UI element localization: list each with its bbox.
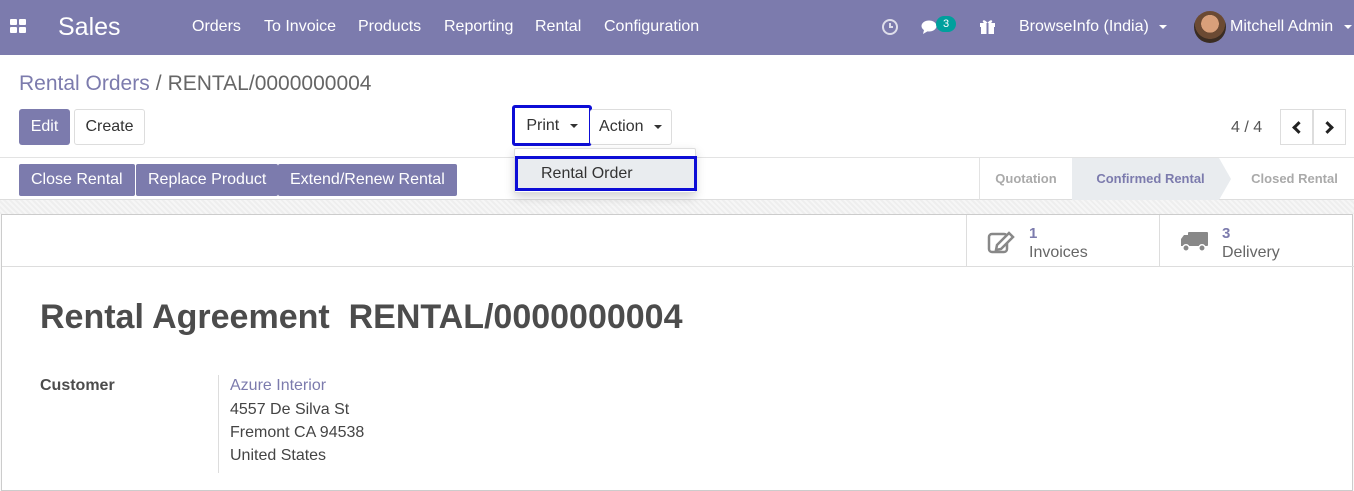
pager-value[interactable]: 4 / 4 xyxy=(1231,119,1262,137)
menu-to-invoice[interactable]: To Invoice xyxy=(264,18,336,36)
print-dropdown-button[interactable]: Print xyxy=(512,105,592,146)
breadcrumb-current: RENTAL/0000000004 xyxy=(167,72,372,95)
print-dropdown-menu: Rental Order xyxy=(514,148,697,193)
customer-label: Customer xyxy=(40,377,115,394)
app-brand[interactable]: Sales xyxy=(58,13,121,42)
invoices-smart-button[interactable]: 1 Invoices xyxy=(966,215,1159,267)
delivery-label: Delivery xyxy=(1222,244,1280,261)
chevron-right-icon xyxy=(1321,120,1334,134)
truck-icon xyxy=(1181,232,1208,252)
breadcrumb-parent-link[interactable]: Rental Orders xyxy=(19,72,150,95)
invoices-count: 1 xyxy=(1029,225,1038,242)
caret-down-icon xyxy=(653,124,662,129)
delivery-count: 3 xyxy=(1222,225,1231,242)
stage-closed-rental: Closed Rental xyxy=(1251,171,1338,186)
menu-configuration[interactable]: Configuration xyxy=(604,18,699,36)
stage-confirmed-rental: Confirmed Rental xyxy=(1072,158,1231,200)
invoices-label: Invoices xyxy=(1029,244,1088,261)
messages-count-badge: 3 xyxy=(936,16,956,32)
replace-product-button[interactable]: Replace Product xyxy=(136,164,279,196)
top-navbar: Sales Orders To Invoice Products Reporti… xyxy=(0,0,1354,55)
action-dropdown-button[interactable]: Action xyxy=(590,109,672,145)
record-title-number: RENTAL/0000000004 xyxy=(348,298,683,336)
apps-menu-icon[interactable] xyxy=(10,19,28,35)
user-avatar[interactable] xyxy=(1194,11,1226,43)
menu-products[interactable]: Products xyxy=(358,18,421,36)
user-menu[interactable]: Mitchell Admin xyxy=(1230,18,1352,36)
menu-rental[interactable]: Rental xyxy=(535,18,581,36)
menu-orders[interactable]: Orders xyxy=(192,18,241,36)
record-title: Rental Agreement RENTAL/0000000004 xyxy=(40,298,683,337)
print-rental-order-item[interactable]: Rental Order xyxy=(515,156,697,191)
record-title-prefix: Rental Agreement xyxy=(40,298,330,336)
form-sheet: 1 Invoices 3 Delivery Rental Agreement R… xyxy=(1,214,1354,491)
caret-down-icon xyxy=(1343,24,1352,29)
delivery-smart-button[interactable]: 3 Delivery xyxy=(1159,215,1352,267)
breadcrumb: Rental Orders / RENTAL/0000000004 xyxy=(19,72,371,96)
field-separator xyxy=(218,375,219,473)
customer-address-city: Fremont CA 94538 xyxy=(230,424,365,441)
breadcrumb-separator: / xyxy=(155,72,162,95)
stage-quotation: Quotation xyxy=(980,158,1085,200)
extend-renew-rental-button[interactable]: Extend/Renew Rental xyxy=(278,164,457,196)
create-button[interactable]: Create xyxy=(74,109,145,145)
pager-previous-button[interactable] xyxy=(1280,109,1313,145)
menu-reporting[interactable]: Reporting xyxy=(444,18,513,36)
stage-pipeline: Quotation Confirmed Rental Closed Rental xyxy=(979,158,1354,200)
caret-down-icon xyxy=(1159,24,1168,29)
edit-button[interactable]: Edit xyxy=(19,109,70,145)
activity-clock-icon[interactable] xyxy=(881,18,899,36)
caret-down-icon xyxy=(569,123,578,128)
customer-address-street: 4557 De Silva St xyxy=(230,401,350,418)
customer-name-link[interactable]: Azure Interior xyxy=(230,377,326,395)
chevron-left-icon xyxy=(1292,120,1305,134)
smart-button-box: 1 Invoices 3 Delivery xyxy=(966,215,1352,267)
pencil-square-icon xyxy=(987,231,1015,254)
sheet-background xyxy=(0,200,1354,214)
company-switcher[interactable]: BrowseInfo (India) xyxy=(1019,18,1168,36)
gift-icon[interactable] xyxy=(979,18,996,35)
pager-next-button[interactable] xyxy=(1313,109,1346,145)
customer-address-country: United States xyxy=(230,447,327,464)
close-rental-button[interactable]: Close Rental xyxy=(19,164,135,196)
